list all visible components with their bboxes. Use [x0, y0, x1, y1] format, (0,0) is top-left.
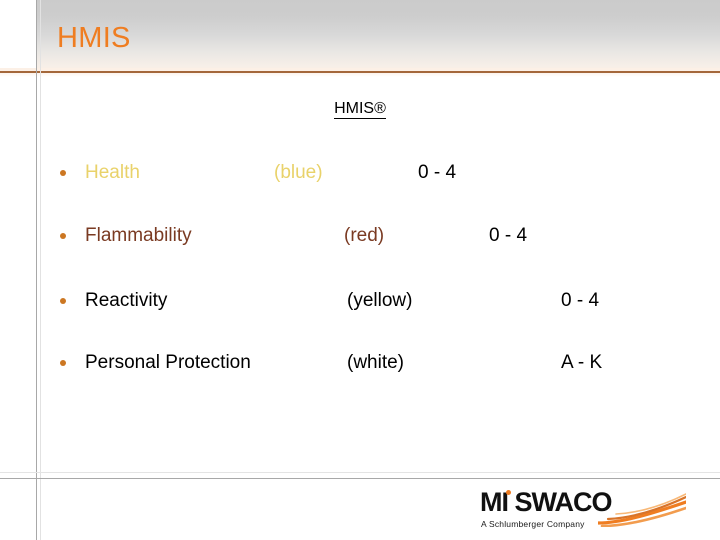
page-title: HMIS [57, 22, 131, 54]
hazard-color-name: (yellow) [347, 290, 413, 311]
header-band [36, 0, 720, 72]
vertical-guide-line [36, 0, 37, 540]
list-item: Flammability (red) 0 - 4 [0, 221, 720, 255]
footer-guide-line-secondary [0, 472, 720, 473]
bullet-icon [60, 360, 66, 366]
header-divider-shadow [0, 73, 720, 77]
hazard-rating-range: 0 - 4 [489, 225, 528, 246]
list-item: Reactivity (yellow) 0 - 4 [0, 286, 720, 320]
hazard-label: Health [85, 162, 140, 183]
hazard-color-name: (white) [347, 352, 405, 373]
hazard-label: Personal Protection [85, 352, 251, 373]
hazard-color-name: (red) [344, 225, 385, 246]
list-item: Health (blue) 0 - 4 [0, 158, 720, 192]
hazard-label: Flammability [85, 225, 192, 246]
hazard-rating-range: 0 - 4 [561, 290, 600, 311]
slide: HMIS HMIS® Health (blue) 0 - 4 Flammabil… [0, 0, 720, 540]
hazard-label: Reactivity [85, 290, 168, 311]
logo-tagline: A Schlumberger Company [481, 519, 585, 529]
bullet-icon [60, 298, 66, 304]
footer-guide-line [0, 478, 720, 479]
hazard-color-name: (blue) [274, 162, 323, 183]
logo-wordmark: MI SWACO [480, 487, 612, 517]
subheading: HMIS® [0, 100, 720, 119]
bullet-icon [60, 170, 66, 176]
logo-dot-icon [506, 490, 511, 495]
bullet-icon [60, 233, 66, 239]
subheading-text: HMIS® [334, 100, 386, 119]
hazard-rating-range: A - K [561, 352, 603, 373]
list-item: Personal Protection (white) A - K [0, 348, 720, 382]
header-left-margin [0, 0, 36, 72]
vertical-guide-line-secondary [40, 0, 41, 540]
logo-swoosh-icon [598, 493, 686, 527]
company-logo: MI SWACO A Schlumberger Company [480, 487, 686, 535]
hazard-rating-range: 0 - 4 [418, 162, 457, 183]
